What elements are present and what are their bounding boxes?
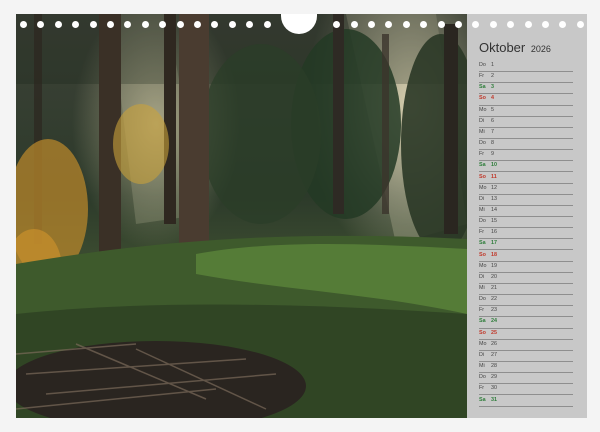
- day-number: 28: [491, 363, 497, 370]
- weekday-label: Do: [479, 296, 486, 303]
- forest-illustration: [16, 14, 467, 418]
- weekday-label: Di: [479, 273, 485, 280]
- day-number: 4: [491, 95, 494, 102]
- day-number: 22: [491, 296, 497, 303]
- weekday-label: Mi: [479, 206, 485, 213]
- day-number: 10: [491, 162, 497, 169]
- day-number: 23: [491, 307, 497, 314]
- day-number: 3: [491, 84, 494, 91]
- day-number: 30: [491, 385, 497, 392]
- day-number: 1: [491, 62, 494, 68]
- day-number: 24: [491, 318, 497, 325]
- day-number: 7: [491, 128, 494, 135]
- weekday-label: Di: [479, 117, 485, 124]
- day-number: 17: [491, 240, 497, 247]
- weekday-label: Fr: [479, 307, 485, 314]
- binding-hole: [455, 21, 462, 28]
- weekday-label: Mo: [479, 262, 487, 269]
- day-number: 25: [491, 329, 497, 336]
- day-number: 27: [491, 351, 497, 358]
- calendar-panel: Oktober 2026 Do 1 Fr 2 Sa 3 So 4 Mo 5 Di 6 Mi 7 Do 8 Fr 9…: [467, 14, 587, 418]
- weekday-label: Fr: [479, 151, 485, 158]
- binding-hole: [368, 21, 375, 28]
- day-number: 29: [491, 374, 497, 381]
- weekday-label: Mi: [479, 285, 485, 291]
- weekday-label: Fr: [479, 73, 485, 80]
- binding-hole: [54, 21, 62, 28]
- binding-hole: [402, 21, 410, 28]
- day-number: 6: [491, 117, 494, 124]
- binding-hole: [524, 21, 532, 28]
- binding-hole: [437, 21, 445, 28]
- day-number: 26: [491, 340, 497, 347]
- binding-hole: [194, 21, 201, 28]
- day-number: 9: [491, 151, 494, 158]
- day-number: 19: [491, 262, 497, 269]
- weekday-label: So: [479, 173, 486, 180]
- binding-hole: [107, 21, 114, 28]
- day-row: Sa 31: [479, 395, 573, 407]
- weekday-label: Fr: [479, 385, 485, 392]
- day-number: 11: [491, 173, 497, 180]
- day-number: 16: [491, 229, 497, 236]
- binding-hole: [20, 21, 27, 28]
- day-number: 2: [491, 73, 494, 80]
- binding-hole: [89, 21, 97, 28]
- binding-hole: [489, 21, 497, 28]
- weekday-label: Do: [479, 140, 486, 147]
- day-number: 15: [491, 218, 497, 225]
- binding-hole: [542, 21, 549, 28]
- binding-hole: [263, 21, 271, 28]
- binding-hole: [350, 21, 358, 28]
- weekday-label: So: [479, 95, 486, 102]
- weekday-label: Mi: [479, 363, 485, 370]
- weekday-label: Mi: [479, 128, 485, 135]
- day-number: 12: [491, 184, 497, 191]
- year: 2026: [530, 44, 551, 54]
- weekday-label: Do: [479, 62, 486, 68]
- calendar-page: Oktober 2026 Do 1 Fr 2 Sa 3 So 4 Mo 5 Di 6 Mi 7 Do 8 Fr 9…: [0, 0, 600, 432]
- binding-hole: [576, 21, 584, 28]
- day-number: 13: [491, 195, 497, 202]
- weekday-label: So: [479, 329, 486, 336]
- weekday-label: So: [479, 251, 486, 258]
- weekday-label: Mo: [479, 184, 487, 191]
- binding-hole: [176, 21, 184, 28]
- weekday-label: Mo: [479, 106, 487, 113]
- weekday-label: Fr: [479, 229, 485, 236]
- weekday-label: Sa: [479, 162, 486, 169]
- weekday-label: Sa: [479, 240, 486, 247]
- weekday-label: Di: [479, 195, 485, 202]
- day-number: 31: [491, 396, 497, 403]
- day-number: 14: [491, 206, 497, 213]
- forest-photo: [16, 14, 467, 418]
- month-title: Oktober 2026: [479, 40, 551, 55]
- weekday-label: Do: [479, 218, 486, 225]
- weekday-label: Do: [479, 374, 486, 381]
- weekday-label: Sa: [479, 84, 486, 91]
- day-number: 20: [491, 273, 497, 280]
- weekday-label: Sa: [479, 396, 486, 403]
- day-number: 8: [491, 140, 494, 147]
- weekday-label: Sa: [479, 318, 486, 325]
- month-name: Oktober: [479, 40, 526, 55]
- day-number: 21: [491, 285, 497, 291]
- day-number: 5: [491, 106, 494, 113]
- binding-hole: [228, 21, 236, 28]
- binding-hole: [141, 21, 149, 28]
- day-number: 18: [491, 251, 497, 258]
- weekday-label: Mo: [479, 340, 487, 347]
- weekday-label: Di: [479, 351, 485, 358]
